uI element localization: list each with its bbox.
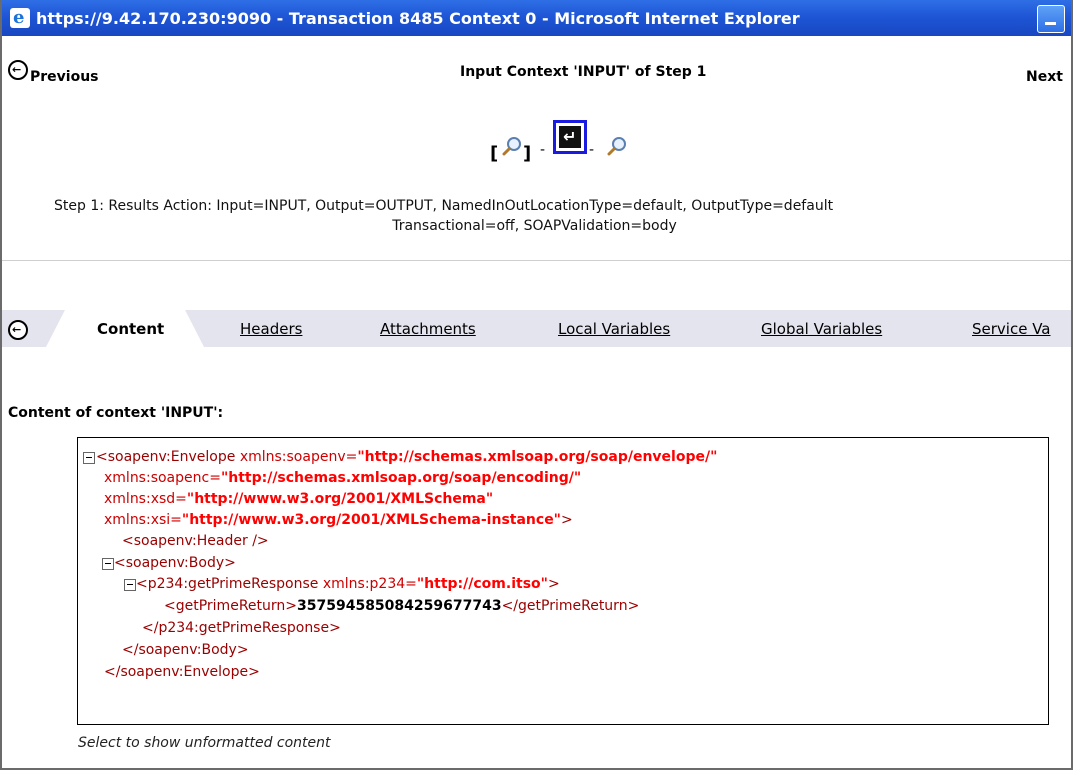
- xml-return: <getPrimeReturn>357594585084259677743</g…: [164, 598, 640, 614]
- magnifier-icon[interactable]: [607, 136, 627, 156]
- tab-attachments[interactable]: Attachments: [380, 320, 476, 338]
- xml-response-close: </p234:getPrimeResponse>: [142, 620, 341, 636]
- xml-response-open: <p234:getPrimeResponse xmlns:p234="http:…: [136, 576, 560, 592]
- step-description-line2: Transactional=off, SOAPValidation=body: [392, 218, 677, 234]
- tab-global-variables[interactable]: Global Variables: [761, 320, 882, 338]
- step-results-action-icon[interactable]: ↵: [553, 120, 587, 154]
- show-unformatted-link[interactable]: Select to show unformatted content: [78, 735, 331, 751]
- browser-window: e https://9.42.170.230:9090 - Transactio…: [0, 0, 1073, 770]
- ie-icon: e: [10, 7, 30, 28]
- xml-attr-xsi: xmlns:xsi="http://www.w3.org/2001/XMLSch…: [104, 512, 573, 528]
- bracket-close: ]: [523, 143, 532, 164]
- context-title: Input Context 'INPUT' of Step 1: [460, 64, 707, 80]
- xml-envelope-open: <soapenv:Envelope xmlns:soapenv="http://…: [96, 449, 718, 465]
- dash-separator: -: [540, 142, 546, 158]
- xml-content-box: <soapenv:Envelope xmlns:soapenv="http://…: [77, 437, 1049, 725]
- xml-attr-xsd: xmlns:xsd="http://www.w3.org/2001/XMLSch…: [104, 491, 494, 507]
- collapse-body-icon[interactable]: [102, 558, 114, 570]
- divider: [2, 260, 1071, 261]
- minimize-button[interactable]: [1037, 5, 1065, 33]
- magnifier-icon[interactable]: [502, 136, 522, 156]
- previous-arrow-icon[interactable]: ←: [8, 60, 28, 80]
- step-description-line1: Step 1: Results Action: Input=INPUT, Out…: [54, 198, 834, 214]
- collapse-response-icon[interactable]: [124, 579, 136, 591]
- bracket-open: [: [490, 143, 499, 164]
- tab-local-variables[interactable]: Local Variables: [558, 320, 670, 338]
- collapse-envelope-icon[interactable]: [83, 452, 95, 464]
- tab-service-variables[interactable]: Service Va: [972, 320, 1051, 338]
- previous-link[interactable]: Previous: [30, 69, 99, 85]
- tabs-scroll-left-icon[interactable]: ←: [8, 320, 28, 340]
- xml-header: <soapenv:Header />: [122, 533, 269, 549]
- xml-body-open: <soapenv:Body>: [114, 555, 236, 571]
- xml-attr-soapenc: xmlns:soapenc="http://schemas.xmlsoap.or…: [104, 470, 582, 486]
- tab-content[interactable]: Content: [97, 320, 164, 338]
- content-heading: Content of context 'INPUT':: [8, 405, 224, 421]
- title-bar: e https://9.42.170.230:9090 - Transactio…: [2, 0, 1071, 36]
- xml-body-close: </soapenv:Body>: [122, 642, 249, 658]
- minimize-icon: [1045, 22, 1056, 25]
- xml-envelope-close: </soapenv:Envelope>: [104, 664, 260, 680]
- dash-separator: -: [589, 142, 595, 158]
- window-title: https://9.42.170.230:9090 - Transaction …: [36, 9, 800, 28]
- tab-headers[interactable]: Headers: [240, 320, 302, 338]
- next-link[interactable]: Next: [1026, 69, 1063, 85]
